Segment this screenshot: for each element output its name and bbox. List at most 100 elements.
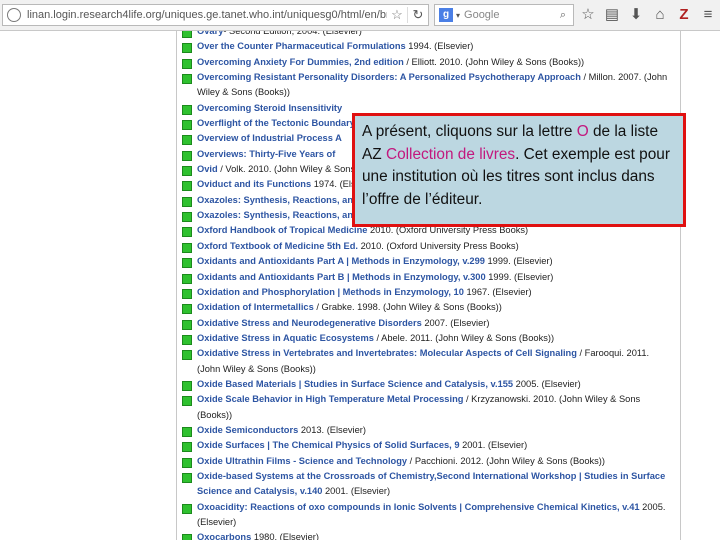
checkbox-icon[interactable] bbox=[182, 212, 192, 223]
checkbox-icon[interactable] bbox=[182, 43, 192, 54]
book-details: 1967. (Elsevier) bbox=[463, 286, 532, 297]
chevron-down-icon[interactable]: ▾ bbox=[456, 11, 460, 20]
book-details: / Abele. 2011. (John Wiley & Sons (Books… bbox=[373, 332, 555, 343]
book-title-link[interactable]: Oxide Semiconductors bbox=[197, 425, 298, 435]
checkbox-icon[interactable] bbox=[182, 334, 192, 345]
menu-icon[interactable]: ≡ bbox=[699, 6, 717, 24]
book-title-link[interactable]: Oxidative Stress and Neurodegenerative D… bbox=[197, 318, 422, 328]
search-bar[interactable]: g ▾ Google ⌕ bbox=[434, 4, 574, 26]
list-item: Oxoacidity: Reactions of oxo compounds i… bbox=[182, 500, 672, 531]
search-input[interactable]: Google bbox=[464, 9, 553, 21]
checkbox-icon[interactable] bbox=[182, 135, 192, 146]
list-item: Oxford Textbook of Medicine 5th Ed. 2010… bbox=[182, 239, 672, 254]
list-item: Oxocarbons 1980. (Elsevier) bbox=[182, 530, 672, 540]
book-details: 2001. (Elsevier) bbox=[322, 486, 391, 497]
callout-letter-o: O bbox=[576, 123, 589, 140]
list-item: Oxide Based Materials | Studies in Surfa… bbox=[182, 377, 672, 392]
book-details: 2013. (Elsevier) bbox=[298, 424, 366, 435]
zotero-icon[interactable]: Z bbox=[675, 6, 693, 24]
book-title-link[interactable]: Oxidation and Phosphorylation | Methods … bbox=[197, 287, 464, 297]
book-title-link[interactable]: Over the Counter Pharmaceutical Formulat… bbox=[197, 41, 406, 51]
book-title-link[interactable]: Overcoming Resistant Personality Disorde… bbox=[197, 72, 581, 82]
checkbox-icon[interactable] bbox=[182, 181, 192, 192]
checkbox-icon[interactable] bbox=[182, 288, 192, 299]
checkbox-icon[interactable] bbox=[182, 150, 192, 161]
list-item: Overcoming Resistant Personality Disorde… bbox=[182, 70, 672, 101]
book-title-link[interactable]: Oxoacidity: Reactions of oxo compounds i… bbox=[197, 502, 640, 512]
google-icon[interactable]: g bbox=[439, 8, 453, 22]
callout-collection-link-text: Collection de livres bbox=[385, 145, 516, 163]
content-border-left bbox=[176, 31, 177, 540]
list-item: Oxidative Stress in Vertebrates and Inve… bbox=[182, 346, 672, 377]
checkbox-icon[interactable] bbox=[182, 380, 192, 391]
book-title-link[interactable]: Oxocarbons bbox=[197, 532, 251, 540]
checkbox-icon[interactable] bbox=[182, 31, 192, 38]
list-item: Oxide Ultrathin Films - Science and Tech… bbox=[182, 454, 672, 469]
checkbox-icon[interactable] bbox=[182, 58, 192, 69]
book-title-link[interactable]: Oxidative Stress in Vertebrates and Inve… bbox=[197, 348, 577, 358]
globe-icon bbox=[7, 8, 21, 22]
callout-text-start: A présent, cliquons sur la lettre bbox=[362, 123, 577, 140]
checkbox-icon[interactable] bbox=[182, 319, 192, 330]
reload-icon[interactable]: ↻ bbox=[407, 7, 428, 23]
list-item: Oxidative Stress in Aquatic Ecosystems /… bbox=[182, 331, 672, 346]
book-title-link[interactable]: Ovid bbox=[197, 164, 218, 174]
download-icon[interactable]: ⬇ bbox=[627, 6, 645, 24]
list-item: Oxidative Stress and Neurodegenerative D… bbox=[182, 316, 672, 331]
checkbox-icon[interactable] bbox=[182, 534, 192, 540]
checkbox-icon[interactable] bbox=[182, 442, 192, 453]
reading-list-icon[interactable]: ▤ bbox=[603, 6, 621, 24]
bookmark-star-icon[interactable]: ☆ bbox=[579, 6, 597, 24]
address-bar[interactable]: linan.login.research4life.org/uniques.ge… bbox=[2, 4, 429, 26]
book-title-link[interactable]: Oxide Surfaces | The Chemical Physics of… bbox=[197, 440, 460, 450]
book-title-link[interactable]: Oxford Handbook of Tropical Medicine bbox=[197, 225, 367, 235]
book-title-link[interactable]: Oxidative Stress in Aquatic Ecosystems bbox=[197, 333, 374, 343]
book-details: / Elliott. 2010. (John Wiley & Sons (Boo… bbox=[403, 56, 585, 67]
book-details: 1999. (Elsevier) bbox=[485, 271, 554, 282]
browse-page: Ovary- Second Edition, 2004. (Elsevier) O… bbox=[0, 31, 720, 540]
checkbox-icon[interactable] bbox=[182, 426, 192, 437]
checkbox-icon[interactable] bbox=[182, 258, 192, 269]
list-item: Oxidants and Antioxidants Part B | Metho… bbox=[182, 270, 672, 285]
book-title-link[interactable]: Oxidation of Intermetallics bbox=[197, 302, 314, 312]
book-title-link[interactable]: Ovary bbox=[197, 31, 223, 36]
book-title-link[interactable]: Oxide Based Materials | Studies in Surfa… bbox=[197, 379, 513, 389]
checkbox-icon[interactable] bbox=[182, 104, 192, 115]
book-title-link[interactable]: Overview of Industrial Process A bbox=[197, 133, 342, 143]
book-title-link[interactable]: Oxide Ultrathin Films - Science and Tech… bbox=[197, 456, 407, 466]
search-icon[interactable]: ⌕ bbox=[553, 9, 573, 22]
book-details: 2005. (Elsevier) bbox=[513, 378, 581, 389]
content-border-right bbox=[680, 31, 681, 540]
book-title-link[interactable]: Overcoming Anxiety For Dummies, 2nd edit… bbox=[197, 57, 404, 67]
checkbox-icon[interactable] bbox=[182, 196, 192, 207]
checkbox-icon[interactable] bbox=[182, 242, 192, 253]
address-bar-url[interactable]: linan.login.research4life.org/uniques.ge… bbox=[27, 9, 387, 21]
checkbox-icon[interactable] bbox=[182, 166, 192, 177]
list-item: Oxide Surfaces | The Chemical Physics of… bbox=[182, 438, 672, 453]
book-title-link[interactable]: Oviduct and its Functions bbox=[197, 179, 311, 189]
book-title-link[interactable]: Overcoming Steroid Insensitivity bbox=[197, 103, 342, 113]
checkbox-icon[interactable] bbox=[182, 273, 192, 284]
book-details: / Grabke. 1998. (John Wiley & Sons (Book… bbox=[313, 302, 502, 313]
book-title-link[interactable]: Oxidants and Antioxidants Part B | Metho… bbox=[197, 272, 486, 282]
checkbox-icon[interactable] bbox=[182, 396, 192, 407]
checkbox-icon[interactable] bbox=[182, 350, 192, 361]
checkbox-icon[interactable] bbox=[182, 472, 192, 483]
book-title-link[interactable]: Overviews: Thirty-Five Years of bbox=[197, 149, 335, 159]
checkbox-icon[interactable] bbox=[182, 120, 192, 131]
list-item: Oxidants and Antioxidants Part A | Metho… bbox=[182, 254, 672, 269]
book-details: 2010. (Oxford University Press Books) bbox=[357, 240, 519, 251]
checkbox-icon[interactable] bbox=[182, 457, 192, 468]
book-title-link[interactable]: Oxidants and Antioxidants Part A | Metho… bbox=[197, 256, 485, 266]
list-item: Oxidation and Phosphorylation | Methods … bbox=[182, 285, 672, 300]
checkbox-icon[interactable] bbox=[182, 304, 192, 315]
checkbox-icon[interactable] bbox=[182, 227, 192, 238]
book-details: 1994. (Elsevier) bbox=[405, 41, 474, 52]
checkbox-icon[interactable] bbox=[182, 503, 192, 514]
book-title-link[interactable]: Oxide-based Systems at the Crossroads of… bbox=[197, 471, 665, 496]
star-icon[interactable]: ☆ bbox=[387, 7, 407, 23]
book-title-link[interactable]: Oxide Scale Behavior in High Temperature… bbox=[197, 394, 463, 404]
home-icon[interactable]: ⌂ bbox=[651, 6, 669, 24]
book-title-link[interactable]: Oxford Textbook of Medicine 5th Ed. bbox=[197, 241, 358, 251]
checkbox-icon[interactable] bbox=[182, 74, 192, 85]
